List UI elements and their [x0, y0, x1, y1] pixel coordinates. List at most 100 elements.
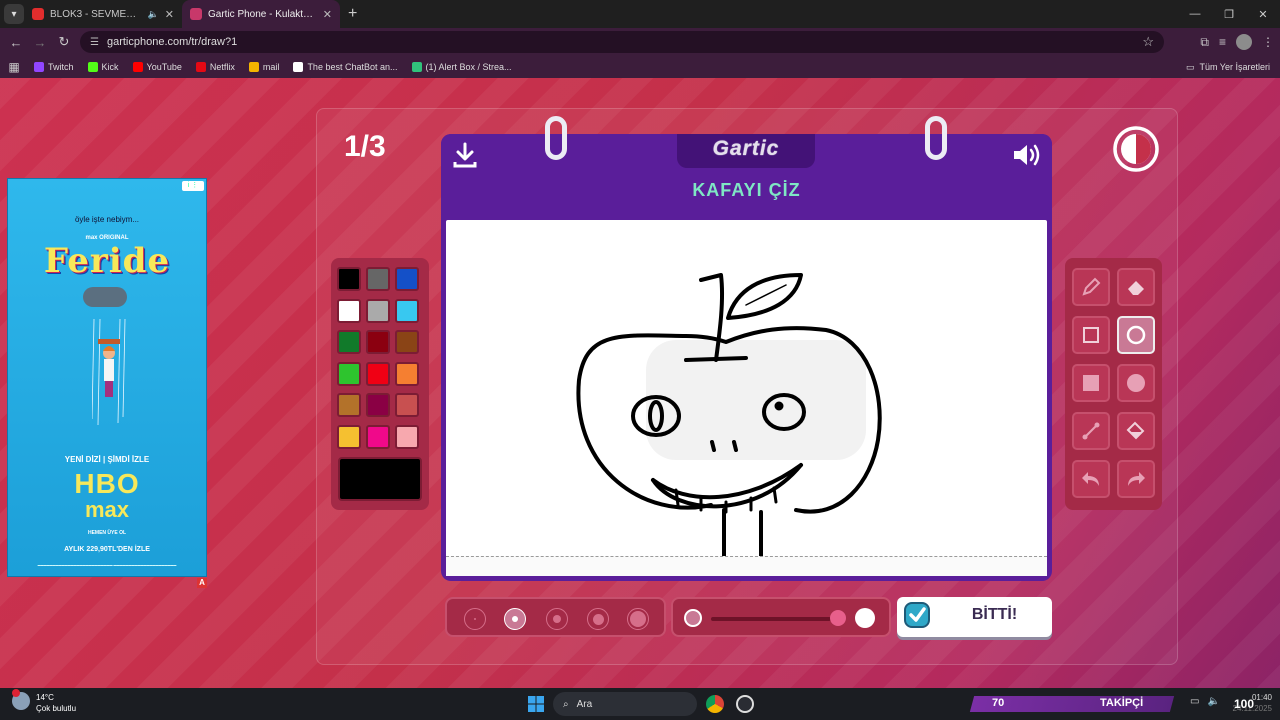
opacity-min-icon [684, 609, 702, 627]
ad-info-icon[interactable]: i ⋮ [182, 181, 204, 191]
done-label: BİTTİ! [971, 606, 1018, 623]
color-swatch[interactable] [337, 267, 361, 291]
ad-cta[interactable]: HEMEN ÜYE OL [8, 530, 206, 536]
chrome-icon[interactable] [706, 695, 724, 713]
color-swatch[interactable] [395, 424, 419, 449]
ad-line1: YENİ DİZİ | ŞİMDİ İZLE [64, 455, 150, 464]
windows-start-icon[interactable] [528, 696, 544, 712]
ellipse-tool[interactable] [1117, 316, 1155, 354]
menu-icon[interactable]: ⋮ [1262, 35, 1274, 49]
pencil-tool[interactable] [1072, 268, 1110, 306]
bookmark-kick[interactable]: Kick [87, 62, 119, 72]
bookmark-label: YouTube [146, 62, 182, 72]
cloud-weather-icon [12, 689, 30, 710]
speaker-icon[interactable]: 🔈 [1207, 696, 1219, 707]
site-info-icon[interactable]: ☰ [90, 37, 99, 48]
fill-tool[interactable] [1117, 412, 1155, 450]
media-icon[interactable]: ≡ [1219, 35, 1226, 49]
color-swatch[interactable] [395, 393, 419, 417]
tab-search-button[interactable]: ▾ [4, 4, 24, 24]
bookmark-chatbot[interactable]: The best ChatBot an... [293, 62, 398, 72]
adchoices-icon[interactable]: A [197, 578, 207, 588]
bookmark-netflix[interactable]: Netflix [195, 62, 235, 72]
selected-color-preview [338, 457, 422, 501]
redo-tool[interactable] [1117, 460, 1155, 498]
color-swatch[interactable] [337, 298, 361, 323]
restore-button[interactable]: ❐ [1212, 0, 1246, 28]
bookmark-mail[interactable]: mail [248, 62, 279, 72]
brush-size-2[interactable] [504, 608, 526, 630]
weather-widget[interactable]: 14°C Çok bulutlu [12, 689, 76, 714]
download-icon[interactable] [453, 142, 477, 168]
toolbar-right: ⧉ ≡ ⋮ [1200, 28, 1274, 56]
color-swatch[interactable] [366, 393, 390, 417]
color-swatch[interactable] [366, 298, 390, 323]
color-swatch[interactable] [337, 424, 361, 449]
minimize-button[interactable]: — [1178, 0, 1212, 28]
rectangle-outline-icon [1083, 327, 1099, 343]
taskbar-search[interactable]: ⌕ Ara [553, 692, 697, 716]
close-window-button[interactable]: ✕ [1246, 0, 1280, 28]
drawing-canvas[interactable] [446, 220, 1047, 570]
canvas-footer [446, 556, 1047, 576]
ad-legal-text: ▬▬▬▬▬▬▬▬▬▬▬▬▬▬▬▬▬▬▬▬▬▬▬▬▬ ▬▬▬▬▬▬▬▬▬▬▬▬▬▬… [37, 563, 177, 567]
color-swatch[interactable] [366, 267, 390, 291]
apps-grid-icon[interactable]: ▦ [0, 60, 28, 74]
search-icon: ⌕ [563, 698, 569, 710]
all-bookmarks-label: Tüm Yer İşaretleri [1199, 62, 1270, 72]
rectangle-tool[interactable] [1072, 316, 1110, 354]
line-tool[interactable] [1072, 412, 1110, 450]
extensions-icon[interactable]: ⧉ [1200, 35, 1209, 50]
slider-handle[interactable] [830, 610, 846, 626]
color-swatch[interactable] [395, 330, 419, 354]
filled-rectangle-tool[interactable] [1072, 364, 1110, 402]
reload-button[interactable]: ↻ [52, 34, 76, 50]
back-button[interactable]: ← [4, 35, 28, 50]
bookmark-twitch[interactable]: Twitch [34, 62, 74, 72]
color-swatch[interactable] [395, 267, 419, 291]
undo-tool[interactable] [1072, 460, 1110, 498]
all-bookmarks[interactable]: ▭ Tüm Yer İşaretleri [1186, 56, 1270, 78]
bookmark-alertbox[interactable]: (1) Alert Box / Strea... [411, 62, 512, 72]
profile-avatar[interactable] [1236, 34, 1252, 50]
color-swatch[interactable] [395, 298, 419, 323]
gartic-logo: Gartic [712, 137, 780, 160]
close-tab-icon[interactable]: ✕ [323, 8, 332, 21]
network-icon[interactable]: ▭ [1190, 696, 1199, 707]
tool-panel [1065, 258, 1162, 510]
obs-icon[interactable] [736, 695, 754, 713]
close-tab-icon[interactable]: ✕ [165, 8, 174, 21]
new-tab-button[interactable]: + [348, 5, 357, 23]
contrast-toggle-icon[interactable] [1112, 125, 1160, 173]
brush-size-3[interactable] [546, 608, 568, 630]
forward-button[interactable]: → [28, 35, 52, 50]
opacity-max-icon [855, 608, 875, 628]
filled-ellipse-tool[interactable] [1117, 364, 1155, 402]
gartic-favicon-icon [190, 8, 202, 20]
brush-size-1[interactable] [464, 608, 486, 630]
color-swatch[interactable] [366, 361, 390, 386]
tab-blok3[interactable]: BLOK3 - SEVMEYİ DENEME 🔈 ✕ [24, 0, 182, 28]
ad-tagline: öyle işte nebiym... [74, 215, 140, 224]
pencil-icon [1082, 277, 1101, 296]
color-swatch[interactable] [337, 330, 361, 354]
ad-banner[interactable]: i ⋮ öyle işte nebiym... max ORIGINAL Fer… [7, 178, 207, 577]
volume-icon[interactable] [1011, 142, 1041, 168]
watermark-logo [646, 340, 866, 460]
eraser-tool[interactable] [1117, 268, 1155, 306]
bookmark-youtube[interactable]: YouTube [132, 62, 182, 72]
brush-size-4[interactable] [587, 608, 609, 630]
opacity-slider[interactable] [671, 597, 891, 637]
address-bar[interactable]: ☰ garticphone.com/tr/draw?1 ☆ [80, 31, 1164, 53]
color-swatch[interactable] [337, 361, 361, 386]
color-swatch[interactable] [337, 393, 361, 417]
bookmark-star-icon[interactable]: ☆ [1142, 34, 1154, 50]
follower-label: TAKİPÇİ [1100, 697, 1144, 709]
color-swatch[interactable] [395, 361, 419, 386]
color-swatch[interactable] [366, 330, 390, 354]
tab-gartic[interactable]: Gartic Phone - Kulaktan Kulağa ✕ [182, 0, 340, 28]
done-button[interactable]: BİTTİ! [897, 597, 1052, 637]
size-dot-icon [512, 616, 518, 622]
color-swatch[interactable] [366, 424, 390, 449]
brush-size-5[interactable] [627, 608, 649, 630]
